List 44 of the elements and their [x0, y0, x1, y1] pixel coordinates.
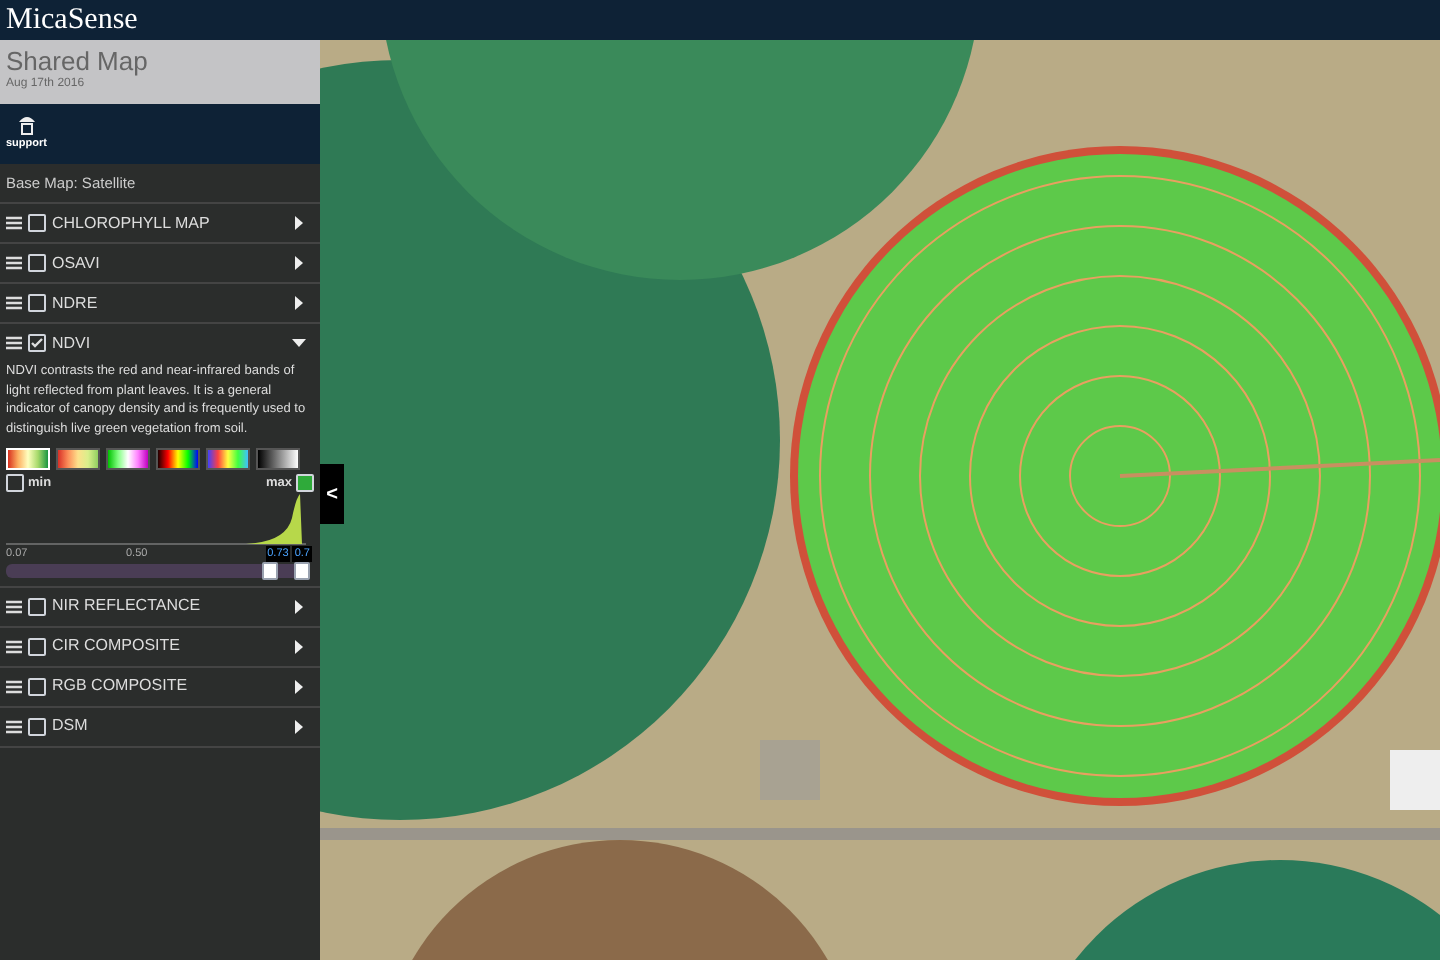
layer-name[interactable]: CHLOROPHYLL MAP — [52, 211, 286, 235]
drag-handle-icon[interactable] — [6, 639, 22, 654]
checkbox[interactable] — [28, 677, 46, 696]
checkbox[interactable] — [28, 334, 46, 352]
caret-right-icon[interactable] — [292, 256, 306, 270]
checkbox[interactable] — [28, 637, 46, 656]
drag-handle-icon[interactable] — [6, 256, 22, 270]
support-icon — [17, 114, 36, 137]
layer-name[interactable]: CIR COMPOSITE — [52, 634, 286, 659]
layer-name[interactable]: NDRE — [52, 291, 286, 315]
color-palette-swatch[interactable] — [56, 448, 100, 470]
caret-right-icon[interactable] — [292, 679, 306, 694]
drag-handle-icon[interactable] — [6, 599, 22, 614]
logo[interactable]: MicaSense — [6, 5, 138, 35]
caret-right-icon[interactable] — [292, 296, 306, 310]
drag-handle-icon[interactable] — [6, 679, 22, 694]
drag-handle-icon[interactable] — [6, 336, 22, 350]
checkbox[interactable] — [6, 474, 24, 493]
layer-name[interactable]: OSAVI — [52, 251, 286, 275]
drag-handle-icon[interactable] — [6, 296, 22, 310]
caret-right-icon[interactable] — [292, 639, 306, 654]
checkbox[interactable] — [28, 254, 46, 272]
map-title: Shared Map — [6, 46, 150, 76]
drag-handle-icon[interactable] — [6, 216, 22, 230]
color-palette-swatch[interactable] — [106, 448, 150, 470]
caret-right-icon[interactable] — [292, 216, 306, 230]
checkbox[interactable] — [28, 294, 46, 312]
caret-right-icon[interactable] — [292, 599, 306, 614]
color-palette-swatch[interactable] — [156, 448, 200, 470]
color-palette-swatch[interactable] — [256, 448, 300, 470]
layer-name[interactable]: NIR REFLECTANCE — [52, 594, 286, 619]
color-palette-swatch[interactable] — [206, 448, 250, 470]
collapse-sidebar-button[interactable]: < — [320, 464, 344, 524]
layer-name[interactable]: DSM — [52, 714, 286, 739]
caret-down-icon[interactable] — [292, 336, 306, 350]
checkbox[interactable] — [296, 474, 314, 493]
drag-handle-icon[interactable] — [6, 719, 22, 734]
checkbox[interactable] — [28, 717, 46, 736]
checkbox[interactable] — [28, 597, 46, 616]
checkbox[interactable] — [28, 214, 46, 232]
layer-name[interactable]: NDVI — [52, 331, 286, 355]
slider-handle[interactable] — [261, 561, 278, 580]
layer-name[interactable]: RGB COMPOSITE — [52, 674, 286, 699]
caret-right-icon[interactable] — [292, 719, 306, 734]
